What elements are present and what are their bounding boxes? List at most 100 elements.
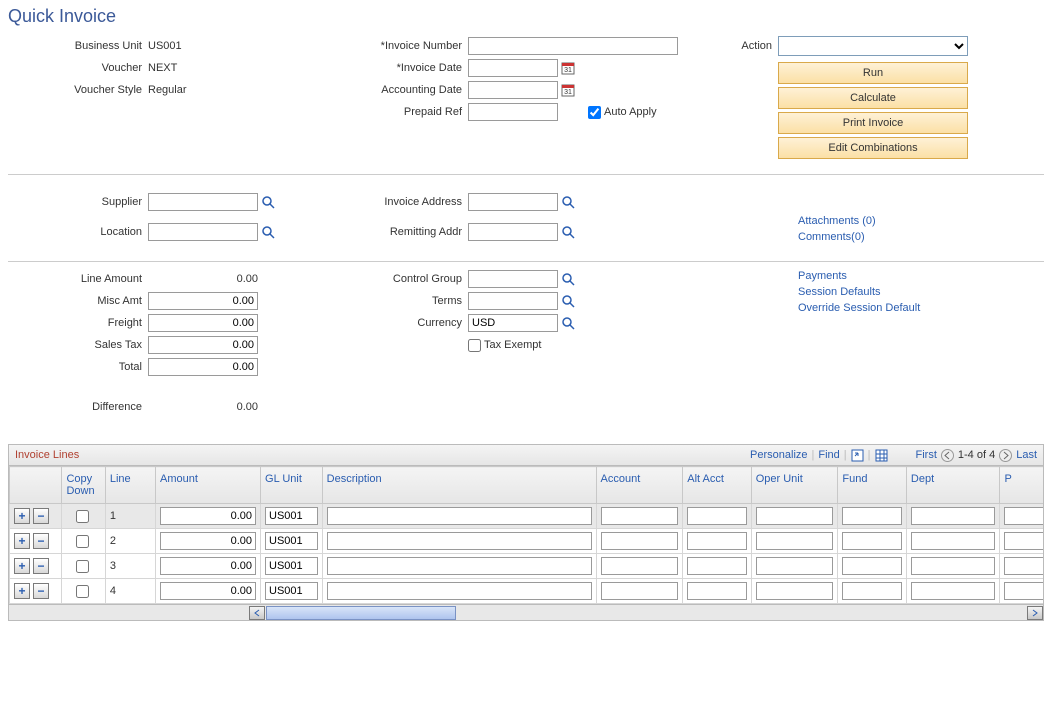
- description-input[interactable]: [327, 582, 592, 600]
- oper-unit-input[interactable]: [756, 507, 834, 525]
- comments-link[interactable]: Comments(0): [798, 231, 1028, 243]
- action-select[interactable]: [778, 36, 968, 56]
- gl-unit-input[interactable]: [265, 507, 318, 525]
- auto-apply-checkbox[interactable]: [588, 106, 601, 119]
- lookup-icon[interactable]: [561, 316, 575, 330]
- run-button[interactable]: Run: [778, 62, 968, 84]
- account-input[interactable]: [601, 582, 679, 600]
- lookup-icon[interactable]: [561, 195, 575, 209]
- prepaid-ref-input[interactable]: [468, 103, 558, 121]
- supplier-input[interactable]: [148, 193, 258, 211]
- description-input[interactable]: [327, 532, 592, 550]
- dept-input[interactable]: [911, 532, 996, 550]
- lookup-icon[interactable]: [561, 272, 575, 286]
- description-input[interactable]: [327, 507, 592, 525]
- accounting-date-input[interactable]: [468, 81, 558, 99]
- personalize-link[interactable]: Personalize: [750, 449, 807, 461]
- dept-input[interactable]: [911, 557, 996, 575]
- copy-down-checkbox[interactable]: [76, 510, 89, 523]
- nav-next-icon[interactable]: [999, 449, 1012, 462]
- attachments-link[interactable]: Attachments (0): [798, 215, 1028, 227]
- copy-down-checkbox[interactable]: [76, 585, 89, 598]
- edit-combinations-button[interactable]: Edit Combinations: [778, 137, 968, 159]
- p-input[interactable]: [1004, 507, 1044, 525]
- lookup-icon[interactable]: [261, 225, 275, 239]
- description-input[interactable]: [327, 557, 592, 575]
- gl-unit-input[interactable]: [265, 582, 318, 600]
- calculate-button[interactable]: Calculate: [778, 87, 968, 109]
- scroll-right-icon[interactable]: [1027, 606, 1043, 620]
- lookup-icon[interactable]: [261, 195, 275, 209]
- add-row-button[interactable]: +: [14, 533, 30, 549]
- remitting-addr-input[interactable]: [468, 223, 558, 241]
- zoom-icon[interactable]: [851, 449, 864, 462]
- terms-input[interactable]: [468, 292, 558, 310]
- col-amount[interactable]: Amount: [160, 473, 198, 485]
- alt-acct-input[interactable]: [687, 582, 746, 600]
- spreadsheet-icon[interactable]: [875, 449, 888, 462]
- lookup-icon[interactable]: [561, 294, 575, 308]
- amount-input[interactable]: [160, 557, 256, 575]
- p-input[interactable]: [1004, 532, 1044, 550]
- fund-input[interactable]: [842, 532, 901, 550]
- delete-row-button[interactable]: −: [33, 508, 49, 524]
- dept-input[interactable]: [911, 507, 996, 525]
- alt-acct-input[interactable]: [687, 507, 746, 525]
- col-line[interactable]: Line: [110, 473, 131, 485]
- amount-input[interactable]: [160, 582, 256, 600]
- calendar-icon[interactable]: 31: [561, 83, 575, 97]
- col-p[interactable]: P: [1004, 473, 1011, 485]
- amount-input[interactable]: [160, 532, 256, 550]
- grid-horizontal-scrollbar[interactable]: [8, 605, 1044, 621]
- misc-amt-input[interactable]: [148, 292, 258, 310]
- add-row-button[interactable]: +: [14, 558, 30, 574]
- print-invoice-button[interactable]: Print Invoice: [778, 112, 968, 134]
- nav-prev-icon[interactable]: [941, 449, 954, 462]
- scroll-thumb[interactable]: [266, 606, 456, 620]
- add-row-button[interactable]: +: [14, 583, 30, 599]
- col-alt-acct[interactable]: Alt Acct: [687, 473, 724, 485]
- fund-input[interactable]: [842, 507, 901, 525]
- col-account[interactable]: Account: [601, 473, 641, 485]
- dept-input[interactable]: [911, 582, 996, 600]
- alt-acct-input[interactable]: [687, 532, 746, 550]
- location-input[interactable]: [148, 223, 258, 241]
- session-defaults-link[interactable]: Session Defaults: [798, 286, 1028, 298]
- invoice-date-input[interactable]: [468, 59, 558, 77]
- add-row-button[interactable]: +: [14, 508, 30, 524]
- oper-unit-input[interactable]: [756, 557, 834, 575]
- fund-input[interactable]: [842, 582, 901, 600]
- copy-down-checkbox[interactable]: [76, 535, 89, 548]
- scroll-left-icon[interactable]: [249, 606, 265, 620]
- oper-unit-input[interactable]: [756, 582, 834, 600]
- gl-unit-input[interactable]: [265, 532, 318, 550]
- account-input[interactable]: [601, 507, 679, 525]
- total-input[interactable]: [148, 358, 258, 376]
- col-description[interactable]: Description: [327, 473, 382, 485]
- p-input[interactable]: [1004, 557, 1044, 575]
- control-group-input[interactable]: [468, 270, 558, 288]
- tax-exempt-checkbox[interactable]: [468, 339, 481, 352]
- copy-down-checkbox[interactable]: [76, 560, 89, 573]
- lookup-icon[interactable]: [561, 225, 575, 239]
- p-input[interactable]: [1004, 582, 1044, 600]
- alt-acct-input[interactable]: [687, 557, 746, 575]
- oper-unit-input[interactable]: [756, 532, 834, 550]
- delete-row-button[interactable]: −: [33, 558, 49, 574]
- gl-unit-input[interactable]: [265, 557, 318, 575]
- calendar-icon[interactable]: 31: [561, 61, 575, 75]
- freight-input[interactable]: [148, 314, 258, 332]
- col-copy-down[interactable]: Copy Down: [66, 473, 94, 497]
- nav-first[interactable]: First: [916, 449, 937, 461]
- col-dept[interactable]: Dept: [911, 473, 934, 485]
- invoice-address-input[interactable]: [468, 193, 558, 211]
- amount-input[interactable]: [160, 507, 256, 525]
- account-input[interactable]: [601, 532, 679, 550]
- col-oper-unit[interactable]: Oper Unit: [756, 473, 803, 485]
- delete-row-button[interactable]: −: [33, 583, 49, 599]
- delete-row-button[interactable]: −: [33, 533, 49, 549]
- currency-input[interactable]: [468, 314, 558, 332]
- override-session-default-link[interactable]: Override Session Default: [798, 302, 1028, 314]
- invoice-number-input[interactable]: [468, 37, 678, 55]
- nav-last[interactable]: Last: [1016, 449, 1037, 461]
